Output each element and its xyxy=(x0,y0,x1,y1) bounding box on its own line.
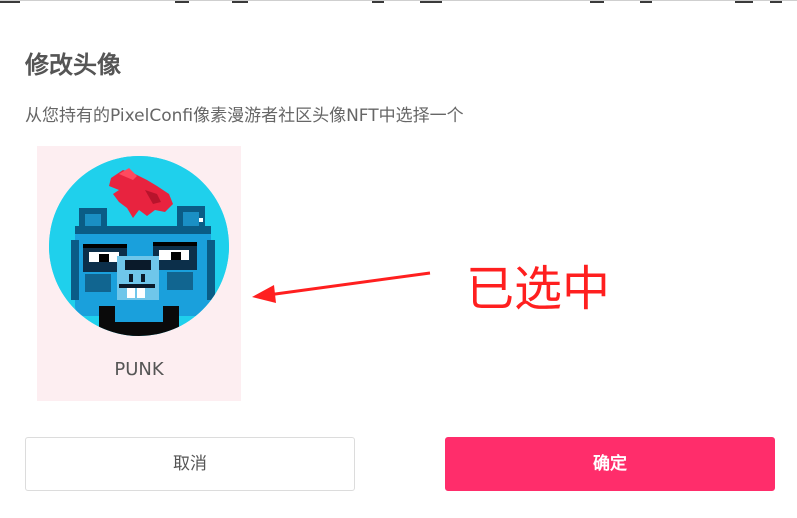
dialog-title: 修改头像 xyxy=(25,51,121,79)
annotation-arrow-icon xyxy=(252,271,431,303)
confirm-button[interactable]: 确定 xyxy=(445,437,775,491)
top-edge-fragments xyxy=(0,1,797,4)
nft-item-label: PUNK xyxy=(114,359,164,380)
cancel-button[interactable]: 取消 xyxy=(25,437,355,491)
annotation-selected-text: 已选中 xyxy=(466,261,611,317)
change-avatar-dialog: 修改头像 从您持有的PixelConfi像素漫游者社区头像NFT中选择一个 PU… xyxy=(0,0,797,518)
nft-item-punk[interactable]: PUNK xyxy=(37,146,241,401)
pixel-bear-punk-avatar-icon xyxy=(49,156,229,336)
avatar-artwork xyxy=(49,156,229,336)
dialog-subtitle: 从您持有的PixelConfi像素漫游者社区头像NFT中选择一个 xyxy=(25,106,464,126)
